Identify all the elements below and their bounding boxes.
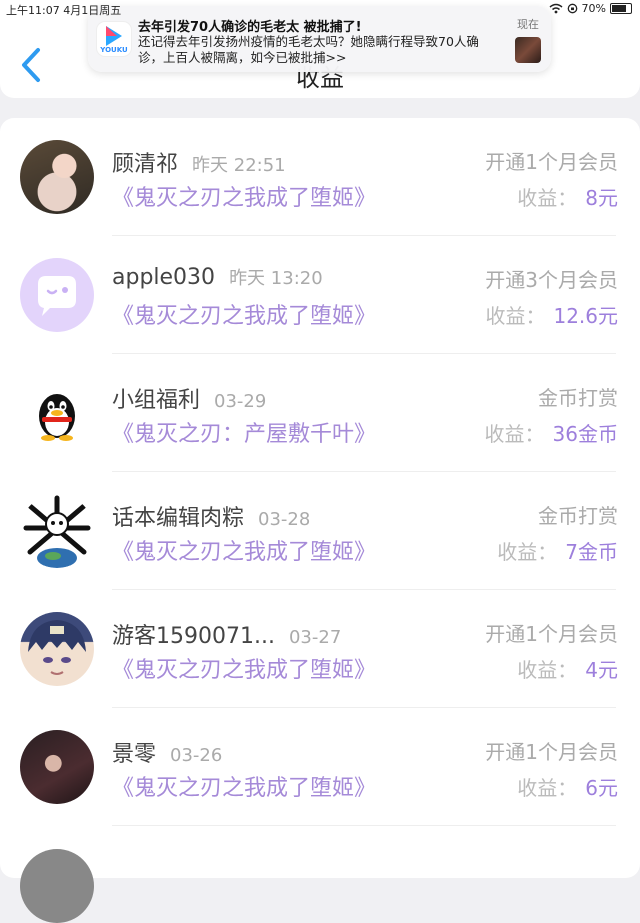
novel-title: 《鬼灭之刃之我成了堕姬》: [112, 540, 377, 565]
list-item[interactable]: apple030 昨天 13:20 《鬼灭之刃之我成了堕姬》 开通3个月会员 收益…: [0, 236, 640, 354]
earnings-label: 收益：: [484, 422, 545, 446]
transaction-type: 开通1个月会员: [485, 740, 618, 764]
novel-title: 《鬼灭之刃之我成了堕姬》: [112, 304, 377, 329]
avatar: [20, 376, 94, 450]
transaction-type: 开通3个月会员: [485, 268, 618, 292]
earnings: 收益： 6元: [517, 772, 618, 801]
earnings-label: 收益：: [497, 540, 558, 564]
avatar: [20, 849, 94, 923]
date: 03-26: [170, 745, 223, 766]
earnings: 收益： 12.6元: [485, 300, 618, 329]
earnings-amount: 8元: [585, 186, 618, 210]
rotation-lock-icon: [567, 3, 577, 14]
earnings-label: 收益：: [517, 186, 578, 210]
avatar: [20, 494, 94, 568]
user-name: 游客1590071... 03-27: [112, 618, 341, 650]
user-name-text: 话本编辑肉粽: [112, 506, 245, 531]
wifi-icon: [549, 3, 563, 14]
list-item[interactable]: 景零 03-26 《鬼灭之刃之我成了堕姬》 开通1个月会员 收益： 6元: [0, 708, 640, 826]
penguin-icon: [39, 394, 75, 441]
novel-title: 《鬼灭之刃之我成了堕姬》: [112, 186, 377, 211]
user-name-text: 景零: [112, 742, 157, 767]
date: 03-27: [288, 627, 342, 648]
user-name-text: 小组福利: [112, 388, 201, 413]
transaction-type: 金币打赏: [538, 504, 618, 528]
earnings-amount: 7金币: [565, 540, 618, 564]
avatar: [20, 612, 94, 686]
transaction-type: 开通1个月会员: [485, 622, 618, 646]
list-item[interactable]: 话本编辑肉粽 03-28 《鬼灭之刃之我成了堕姬》 金币打赏 收益： 7金币: [0, 472, 640, 590]
earnings: 收益： 4元: [517, 654, 618, 683]
transaction-type: 开通1个月会员: [485, 150, 618, 174]
date: 昨天 13:20: [229, 268, 323, 289]
status-icons: 70%: [549, 2, 632, 15]
earnings-label: 收益：: [517, 658, 578, 682]
divider: [112, 825, 616, 826]
earnings: 收益： 8元: [517, 182, 618, 211]
novel-title: 《鬼灭之刃：产屋敷千叶》: [112, 422, 377, 447]
date: 03-29: [214, 391, 267, 412]
list-item[interactable]: 小组福利 03-29 《鬼灭之刃：产屋敷千叶》 金币打赏 收益： 36金币: [0, 354, 640, 472]
list-item[interactable]: 游客1590071... 03-27 《鬼灭之刃之我成了堕姬》 开通1个月会员 收…: [0, 590, 640, 708]
user-name-text: 顾清祁: [112, 152, 179, 177]
earnings: 收益： 7金币: [497, 536, 618, 565]
battery-percent: 70%: [581, 2, 606, 15]
earnings-label: 收益：: [517, 776, 578, 800]
user-name: 景零 03-26: [112, 736, 222, 768]
notification-body: 还记得去年引发扬州疫情的毛老太吗？她隐瞒行程导致70人确诊，上百人被隔离，如今已…: [138, 34, 479, 65]
list-item[interactable]: 顾清祁 昨天 22:51 《鬼灭之刃之我成了堕姬》 开通1个月会员 收益： 8元: [0, 118, 640, 236]
app-brand: YOUKU: [100, 46, 128, 54]
earnings-amount: 4元: [585, 658, 618, 682]
novel-title: 《鬼灭之刃之我成了堕姬》: [112, 776, 377, 801]
transaction-type: 金币打赏: [538, 386, 618, 410]
battery-icon: [610, 3, 632, 14]
date: 03-28: [258, 509, 311, 530]
avatar: [20, 258, 94, 332]
earnings-amount: 36金币: [552, 422, 618, 446]
anime-character-icon: [28, 620, 86, 675]
user-name-text: apple030: [112, 265, 216, 290]
user-name: apple030 昨天 13:20: [112, 264, 323, 290]
avatar: [20, 730, 94, 804]
notification-time: 现在: [517, 18, 539, 31]
user-name: 小组福利 03-29: [112, 382, 266, 414]
status-bar: 上午11:07 4月1日周五 70%: [0, 0, 640, 18]
notification-title: 去年引发70人确诊的毛老太 被批捕了!: [138, 20, 362, 35]
earnings-label: 收益：: [485, 304, 546, 328]
user-name: 顾清祁 昨天 22:51: [112, 146, 286, 178]
novel-title: 《鬼灭之刃之我成了堕姬》: [112, 658, 377, 683]
chat-bubble-icon: [38, 276, 76, 316]
youku-app-icon: YOUKU: [97, 22, 131, 56]
user-name: 话本编辑肉粽 03-28: [112, 500, 310, 532]
earnings-amount: 6元: [585, 776, 618, 800]
earnings: 收益： 36金币: [485, 418, 618, 447]
date: 昨天 22:51: [192, 155, 286, 176]
earnings-amount: 12.6元: [553, 304, 618, 328]
globe-skull-icon: [23, 495, 91, 568]
avatar: [20, 140, 94, 214]
user-name-text: 游客1590071...: [112, 624, 275, 649]
earnings-list: 顾清祁 昨天 22:51 《鬼灭之刃之我成了堕姬》 开通1个月会员 收益： 8元 a…: [0, 118, 640, 878]
notification-thumbnail: [515, 37, 541, 63]
status-time: 上午11:07 4月1日周五: [6, 4, 122, 17]
